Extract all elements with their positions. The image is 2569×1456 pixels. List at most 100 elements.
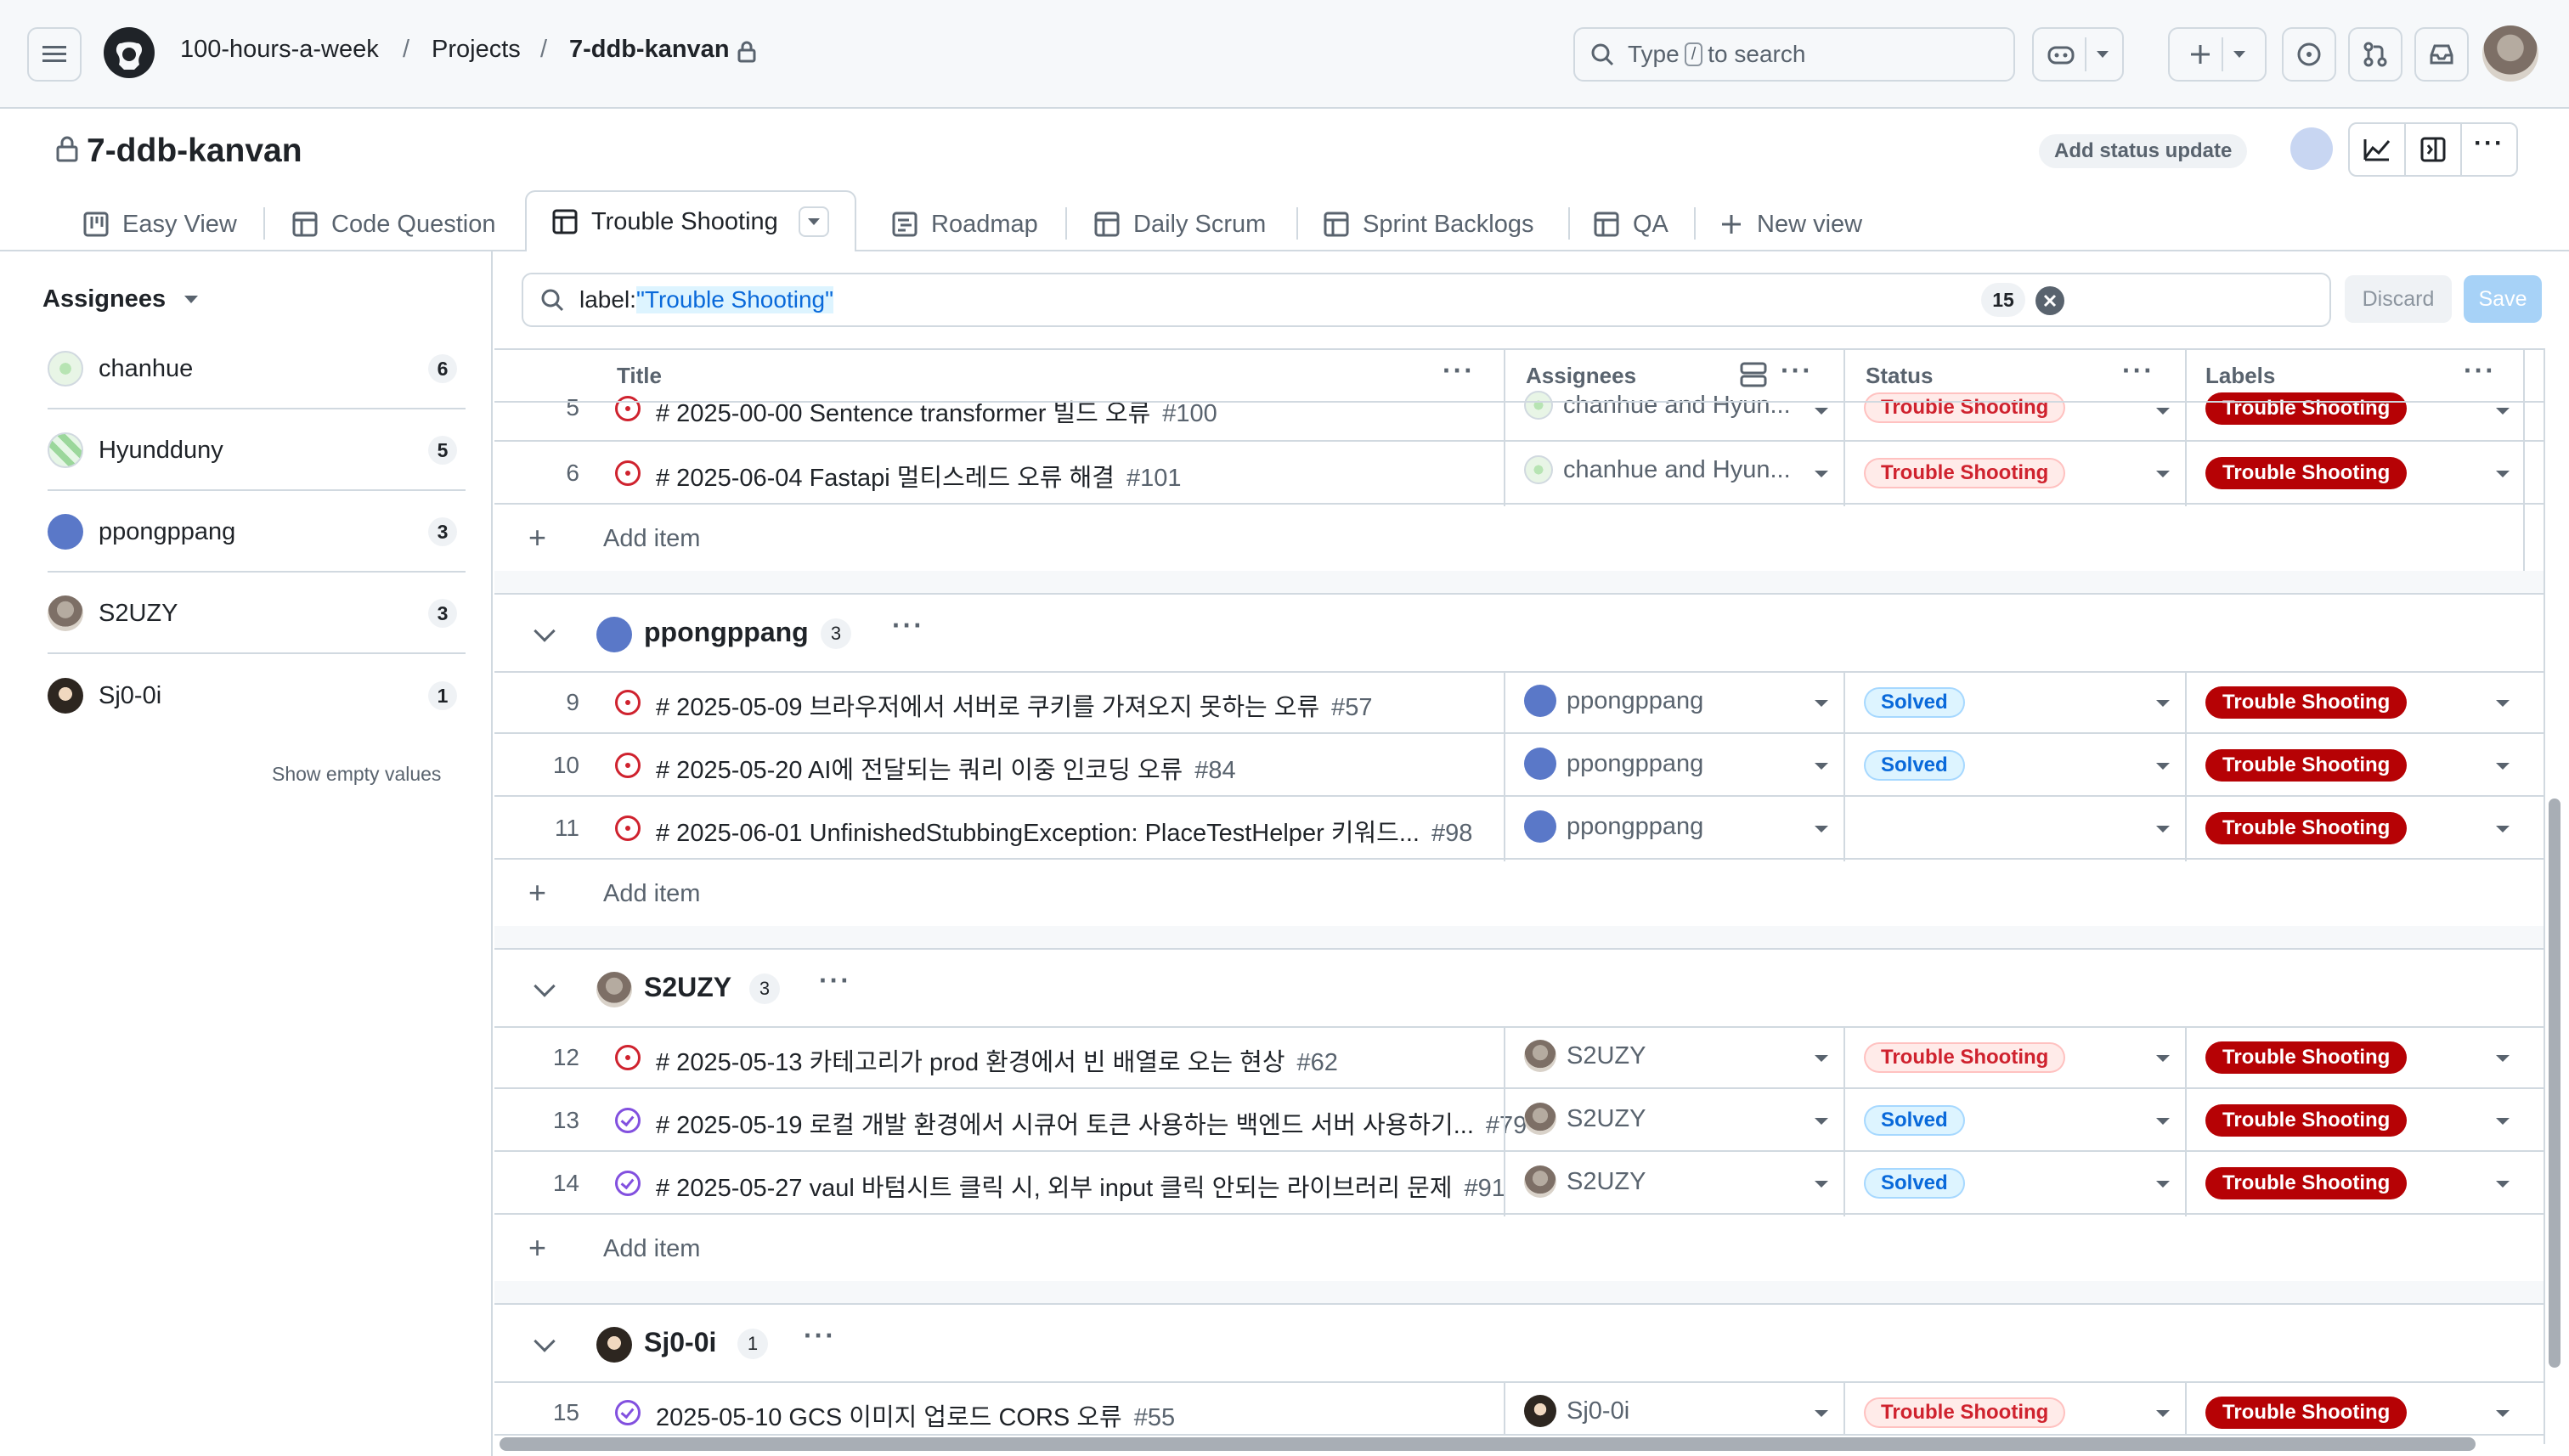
- issue-title[interactable]: # 2025-05-27 vaul 바텀시트 클릭 시, 외부 input 클릭…: [656, 1168, 1505, 1204]
- sidebar-heading-button[interactable]: Assignees: [42, 285, 199, 313]
- tab-trouble-shooting[interactable]: Trouble Shooting: [525, 190, 856, 251]
- assignee-cell[interactable]: S2UZY: [1524, 1040, 1646, 1072]
- add-status-update-button[interactable]: Add status update: [2039, 134, 2248, 168]
- assignee-cell[interactable]: chanhue and Hyun...: [1524, 391, 1791, 420]
- status-badge[interactable]: Solved: [1864, 750, 1965, 781]
- chevron-down-icon[interactable]: [2156, 826, 2170, 832]
- status-badge[interactable]: Solved: [1864, 1105, 1965, 1136]
- chevron-down-icon[interactable]: [2156, 700, 2170, 707]
- chevron-down-icon[interactable]: [534, 975, 556, 997]
- group-header-sj0-0i[interactable]: Sj0-0i 1 ···: [494, 1303, 2545, 1383]
- group-header-ppongppang[interactable]: ppongppang 3 ···: [494, 593, 2545, 673]
- issue-title[interactable]: # 2025-05-19 로컬 개발 환경에서 시큐어 토큰 사용하는 백엔드 …: [656, 1105, 1527, 1141]
- group-header-s2uzy[interactable]: S2UZY 3 ···: [494, 948, 2545, 1028]
- sidebar-item-hyundduny[interactable]: Hyundduny 5: [48, 411, 466, 491]
- issue-title[interactable]: # 2025-05-13 카테고리가 prod 환경에서 빈 배열로 오는 현상…: [656, 1042, 1338, 1078]
- chevron-down-icon[interactable]: [2496, 826, 2510, 832]
- table-row[interactable]: 13 # 2025-05-19 로컬 개발 환경에서 시큐어 토큰 사용하는 백…: [494, 1089, 2545, 1152]
- chevron-down-icon[interactable]: [2156, 1181, 2170, 1188]
- chevron-down-icon[interactable]: [2156, 471, 2170, 477]
- table-row[interactable]: 14 # 2025-05-27 vaul 바텀시트 클릭 시, 외부 input…: [494, 1152, 2545, 1215]
- chevron-down-icon[interactable]: [1815, 763, 1828, 770]
- tab-code-question[interactable]: Code Question: [292, 197, 495, 251]
- chevron-down-icon[interactable]: [2156, 408, 2170, 415]
- chevron-down-icon[interactable]: [1815, 1118, 1828, 1125]
- hamburger-menu-button[interactable]: [27, 27, 82, 82]
- chevron-down-icon[interactable]: [534, 620, 556, 642]
- label-badge[interactable]: Trouble Shooting: [2205, 392, 2408, 425]
- group-menu-icon[interactable]: ···: [892, 610, 924, 641]
- chevron-down-icon[interactable]: [2156, 1410, 2170, 1417]
- label-badge[interactable]: Trouble Shooting: [2205, 749, 2408, 782]
- inbox-button[interactable]: [2414, 27, 2469, 82]
- chevron-down-icon[interactable]: [1815, 700, 1828, 707]
- label-badge[interactable]: Trouble Shooting: [2205, 686, 2408, 719]
- issue-title[interactable]: # 2025-05-09 브라우저에서 서버로 쿠키를 가져오지 못하는 오류 #…: [656, 687, 1373, 723]
- chevron-down-icon[interactable]: [1815, 1055, 1828, 1062]
- show-empty-values-link[interactable]: Show empty values: [272, 763, 441, 786]
- chevron-down-icon[interactable]: [2496, 1181, 2510, 1188]
- sidebar-item-sj0-0i[interactable]: Sj0-0i 1: [48, 656, 466, 736]
- sidebar-item-chanhue[interactable]: chanhue 6: [48, 330, 466, 409]
- global-search[interactable]: Type / to search: [1573, 27, 2015, 82]
- tab-sprint-backlogs[interactable]: Sprint Backlogs: [1324, 197, 1534, 251]
- issues-button[interactable]: [2282, 27, 2336, 82]
- table-row[interactable]: 11 # 2025-06-01 UnfinishedStubbingExcept…: [494, 797, 2545, 860]
- sidebar-item-s2uzy[interactable]: S2UZY 3: [48, 574, 466, 654]
- filter-input[interactable]: label: "Trouble Shooting" 15: [522, 273, 2331, 327]
- status-badge[interactable]: Solved: [1864, 687, 1965, 718]
- breadcrumb-org[interactable]: 100-hours-a-week: [180, 36, 379, 64]
- sidebar-item-ppongppang[interactable]: ppongppang 3: [48, 493, 466, 573]
- chevron-down-icon[interactable]: [2496, 763, 2510, 770]
- chevron-down-icon[interactable]: [2496, 1118, 2510, 1125]
- chevron-down-icon[interactable]: [1815, 471, 1828, 477]
- user-avatar[interactable]: [2482, 25, 2538, 82]
- insights-button[interactable]: [2348, 122, 2406, 177]
- label-badge[interactable]: Trouble Shooting: [2205, 1041, 2408, 1074]
- label-badge[interactable]: Trouble Shooting: [2205, 1397, 2408, 1429]
- assignee-cell[interactable]: S2UZY: [1524, 1165, 1646, 1198]
- chevron-down-icon[interactable]: [2496, 1055, 2510, 1062]
- chevron-down-icon[interactable]: [2156, 1055, 2170, 1062]
- add-item-button[interactable]: + Add item: [494, 861, 2545, 924]
- chevron-down-icon[interactable]: [1815, 826, 1828, 832]
- chevron-down-icon[interactable]: [2496, 1410, 2510, 1417]
- horizontal-scrollbar[interactable]: [500, 1437, 2476, 1451]
- save-button[interactable]: Save: [2464, 275, 2542, 323]
- label-badge[interactable]: Trouble Shooting: [2205, 1104, 2408, 1137]
- add-item-button[interactable]: + Add item: [494, 1216, 2545, 1279]
- tab-easy-view[interactable]: Easy View: [83, 197, 237, 251]
- status-badge[interactable]: Solved: [1864, 1168, 1965, 1199]
- status-badge[interactable]: Trouble Shooting: [1864, 1042, 2066, 1073]
- status-badge[interactable]: Trouble Shooting: [1864, 1397, 2066, 1428]
- table-row[interactable]: 6 # 2025-06-04 Fastapi 멀티스레드 오류 해결 #101 c…: [494, 442, 2545, 505]
- group-menu-icon[interactable]: ···: [804, 1320, 836, 1352]
- pull-requests-button[interactable]: [2348, 27, 2402, 82]
- tab-qa[interactable]: QA: [1594, 197, 1668, 251]
- create-new-button[interactable]: [2168, 27, 2267, 82]
- status-badge[interactable]: Trouble Shooting: [1864, 458, 2066, 488]
- issue-title[interactable]: # 2025-05-20 AI에 전달되는 쿼리 이중 인코딩 오류 #84: [656, 750, 1236, 786]
- issue-title[interactable]: # 2025-00-00 Sentence transformer 빌드 오류 #…: [656, 393, 1217, 429]
- chevron-down-icon[interactable]: [2496, 408, 2510, 415]
- chevron-down-icon[interactable]: [1815, 408, 1828, 415]
- issue-title[interactable]: 2025-05-10 GCS 이미지 업로드 CORS 오류 #55: [656, 1397, 1175, 1433]
- breadcrumb-projects[interactable]: Projects: [432, 36, 521, 64]
- github-logo-icon[interactable]: [102, 25, 156, 84]
- chevron-down-icon[interactable]: [2496, 471, 2510, 477]
- assignee-cell[interactable]: S2UZY: [1524, 1103, 1646, 1135]
- chevron-down-icon[interactable]: [534, 1330, 556, 1352]
- issue-title[interactable]: # 2025-06-04 Fastapi 멀티스레드 오류 해결 #101: [656, 458, 1182, 494]
- table-row[interactable]: 15 2025-05-10 GCS 이미지 업로드 CORS 오류 #55 Sj0…: [494, 1381, 2545, 1436]
- view-options-button[interactable]: [798, 206, 829, 237]
- tab-new-view[interactable]: New view: [1719, 197, 1862, 251]
- chevron-down-icon[interactable]: [2496, 700, 2510, 707]
- add-item-button[interactable]: + Add item: [494, 506, 2545, 569]
- assignee-cell[interactable]: ppongppang: [1524, 748, 1703, 780]
- table-row[interactable]: 12 # 2025-05-13 카테고리가 prod 환경에서 빈 배열로 오는…: [494, 1026, 2545, 1089]
- chevron-down-icon[interactable]: [1815, 1410, 1828, 1417]
- toggle-sidebar-button[interactable]: [2404, 122, 2462, 177]
- label-badge[interactable]: Trouble Shooting: [2205, 812, 2408, 844]
- breadcrumb-project[interactable]: 7-ddb-kanvan: [569, 36, 730, 64]
- issue-title[interactable]: # 2025-06-01 UnfinishedStubbingException…: [656, 813, 1472, 849]
